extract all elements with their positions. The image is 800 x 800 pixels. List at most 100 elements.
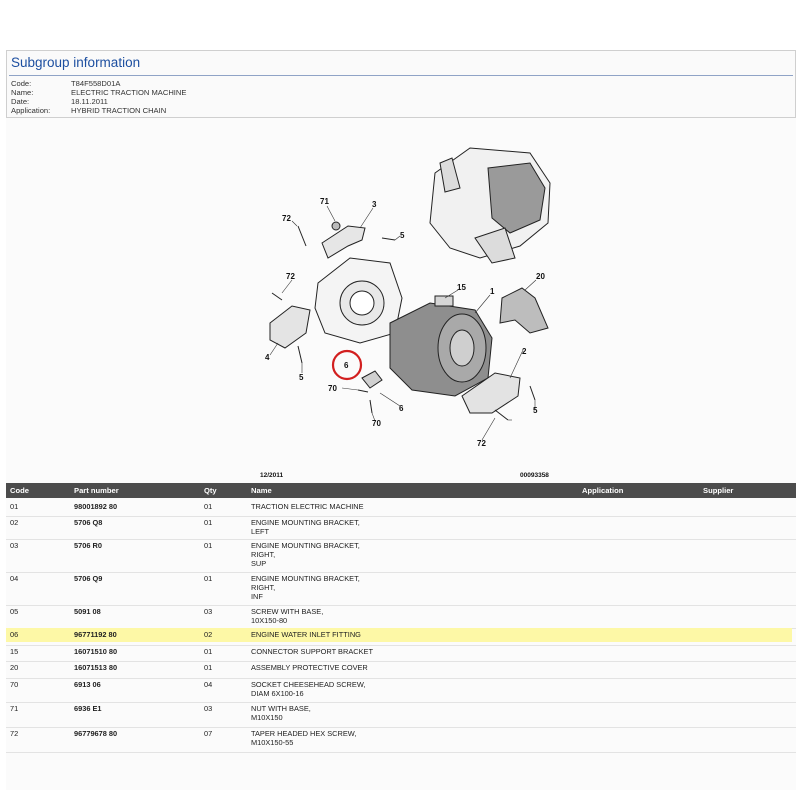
cell-part-number: 16071513 80 xyxy=(74,663,118,672)
callout-label: 20 xyxy=(536,272,545,281)
cell-name: ENGINE MOUNTING BRACKET, LEFT xyxy=(251,518,360,536)
row-divider xyxy=(6,605,796,606)
callout-label: 5 xyxy=(400,231,405,240)
info-key: Application: xyxy=(11,106,51,115)
cell-part-number: 6936 E1 xyxy=(74,704,102,713)
cell-name: ENGINE MOUNTING BRACKET, RIGHT, INF xyxy=(251,574,360,601)
callout-label: 72 xyxy=(286,272,295,281)
callout-label: 1 xyxy=(490,287,495,296)
cell-code: 15 xyxy=(10,647,19,656)
cell-part-number: 5706 R0 xyxy=(74,541,102,550)
row-divider xyxy=(6,539,796,540)
screw-72-left xyxy=(271,292,283,301)
callout-label: 4 xyxy=(265,353,270,362)
cell-part-number: 5706 Q9 xyxy=(74,574,103,583)
row-divider xyxy=(6,661,796,662)
callout-label: 72 xyxy=(477,439,486,448)
cell-qty: 01 xyxy=(204,574,213,583)
screw-5-top xyxy=(381,237,396,241)
cell-part-number: 96771192 80 xyxy=(74,630,117,639)
callout-label: 2 xyxy=(522,347,527,356)
cell-part-number: 96779678 80 xyxy=(74,729,118,738)
cell-name: CONNECTOR SUPPORT BRACKET xyxy=(251,647,373,656)
callout-label: 3 xyxy=(372,200,377,209)
callout-label: 5 xyxy=(533,406,538,415)
column-header-part-number: Part number xyxy=(74,486,119,495)
cell-qty: 01 xyxy=(204,663,213,672)
screw-5-left xyxy=(297,345,303,364)
screw-70-b xyxy=(369,399,373,414)
cell-qty: 03 xyxy=(204,704,213,713)
cell-name: ASSEMBLY PROTECTIVE COVER xyxy=(251,663,368,672)
row-divider xyxy=(6,702,796,703)
cell-code: 01 xyxy=(10,502,19,511)
info-value: HYBRID TRACTION CHAIN xyxy=(71,106,167,115)
bracket-3-shape xyxy=(321,225,366,259)
info-key: Date: xyxy=(11,97,30,106)
cell-name: SOCKET CHEESEHEAD SCREW, DIAM 6X100-16 xyxy=(251,680,366,698)
cell-code: 70 xyxy=(10,680,19,689)
info-value: ELECTRIC TRACTION MACHINE xyxy=(71,88,187,97)
table-row[interactable]: 05 5091 08 03 SCREW WITH BASE, 10X150-80 xyxy=(6,607,796,630)
cell-part-number: 6913 06 xyxy=(74,680,101,689)
info-value: T84F558D01A xyxy=(71,79,121,88)
cell-qty: 01 xyxy=(204,647,213,656)
bracket-4-shape xyxy=(269,305,311,349)
title-divider xyxy=(9,75,793,76)
table-row[interactable]: 03 5706 R0 01 ENGINE MOUNTING BRACKET, RIGH… xyxy=(6,541,796,574)
cell-code: 04 xyxy=(10,574,19,583)
cell-qty: 02 xyxy=(204,630,213,639)
info-value: 18.11.2011 xyxy=(71,97,108,106)
cell-qty: 01 xyxy=(204,541,213,550)
cell-code: 71 xyxy=(10,704,19,713)
subgroup-info-panel: Subgroup information Code: T84F558D01A N… xyxy=(6,50,796,118)
row-divider xyxy=(6,572,796,573)
nut-71-shape xyxy=(331,221,341,231)
info-key: Name: xyxy=(11,88,34,97)
screw-72-top xyxy=(297,225,307,247)
row-divider xyxy=(6,645,796,646)
panel-title: Subgroup information xyxy=(11,55,141,70)
cover-20-shape xyxy=(499,287,549,334)
cell-part-number: 98001892 80 xyxy=(74,502,118,511)
cell-qty: 01 xyxy=(204,518,213,527)
info-key: Code: xyxy=(11,79,32,88)
row-divider xyxy=(6,678,796,679)
cell-code: 72 xyxy=(10,729,19,738)
bracket-15-shape xyxy=(434,295,454,307)
cell-part-number: 5706 Q8 xyxy=(74,518,103,527)
callout-label: 15 xyxy=(457,283,466,292)
cell-name: TRACTION ELECTRIC MACHINE xyxy=(251,502,364,511)
column-header-qty: Qty xyxy=(204,486,217,495)
cell-qty: 07 xyxy=(204,729,213,738)
cell-qty: 04 xyxy=(204,680,213,689)
screw-70-a xyxy=(357,389,369,393)
callout-label: 6 xyxy=(344,361,349,370)
table-row[interactable]: 04 5706 Q9 01 ENGINE MOUNTING BRACKET, RIGH… xyxy=(6,574,796,607)
screw-5-right xyxy=(529,385,536,401)
callout-label: 70 xyxy=(328,384,337,393)
parts-table-header: Code Part number Qty Name Application Su… xyxy=(6,483,796,498)
column-header-application: Application xyxy=(582,486,624,495)
housing-bore-inner xyxy=(349,290,375,316)
table-row[interactable]: 71 6936 E1 03 NUT WITH BASE, M10X150 xyxy=(6,704,796,729)
cell-name: ENGINE MOUNTING BRACKET, RIGHT, SUP xyxy=(251,541,360,568)
diagram-artwork xyxy=(269,147,551,421)
column-header-name: Name xyxy=(251,486,272,495)
cell-part-number: 16071510 80 xyxy=(74,647,118,656)
row-divider xyxy=(6,752,796,753)
table-row[interactable]: 72 96779678 80 07 TAPER HEADED HEX SCREW, M… xyxy=(6,729,796,754)
cell-part-number: 5091 08 xyxy=(74,607,101,616)
column-header-supplier: Supplier xyxy=(703,486,734,495)
diagram-date-caption: 12/2011 xyxy=(260,472,284,479)
row-divider xyxy=(6,727,796,728)
cell-code: 20 xyxy=(10,663,19,672)
cell-name: NUT WITH BASE, M10X150 xyxy=(251,704,311,722)
cell-qty: 01 xyxy=(204,502,213,511)
cell-name: TAPER HEADED HEX SCREW, M10X150-55 xyxy=(251,729,357,747)
motor-1-hub xyxy=(449,329,475,367)
cell-code: 03 xyxy=(10,541,19,550)
table-row[interactable]: 02 5706 Q8 01 ENGINE MOUNTING BRACKET, LEFT xyxy=(6,518,796,541)
diagram-reference-caption: 00093358 xyxy=(520,472,549,479)
table-row[interactable]: 70 6913 06 04 SOCKET CHEESEHEAD SCREW, DIAM… xyxy=(6,680,796,704)
